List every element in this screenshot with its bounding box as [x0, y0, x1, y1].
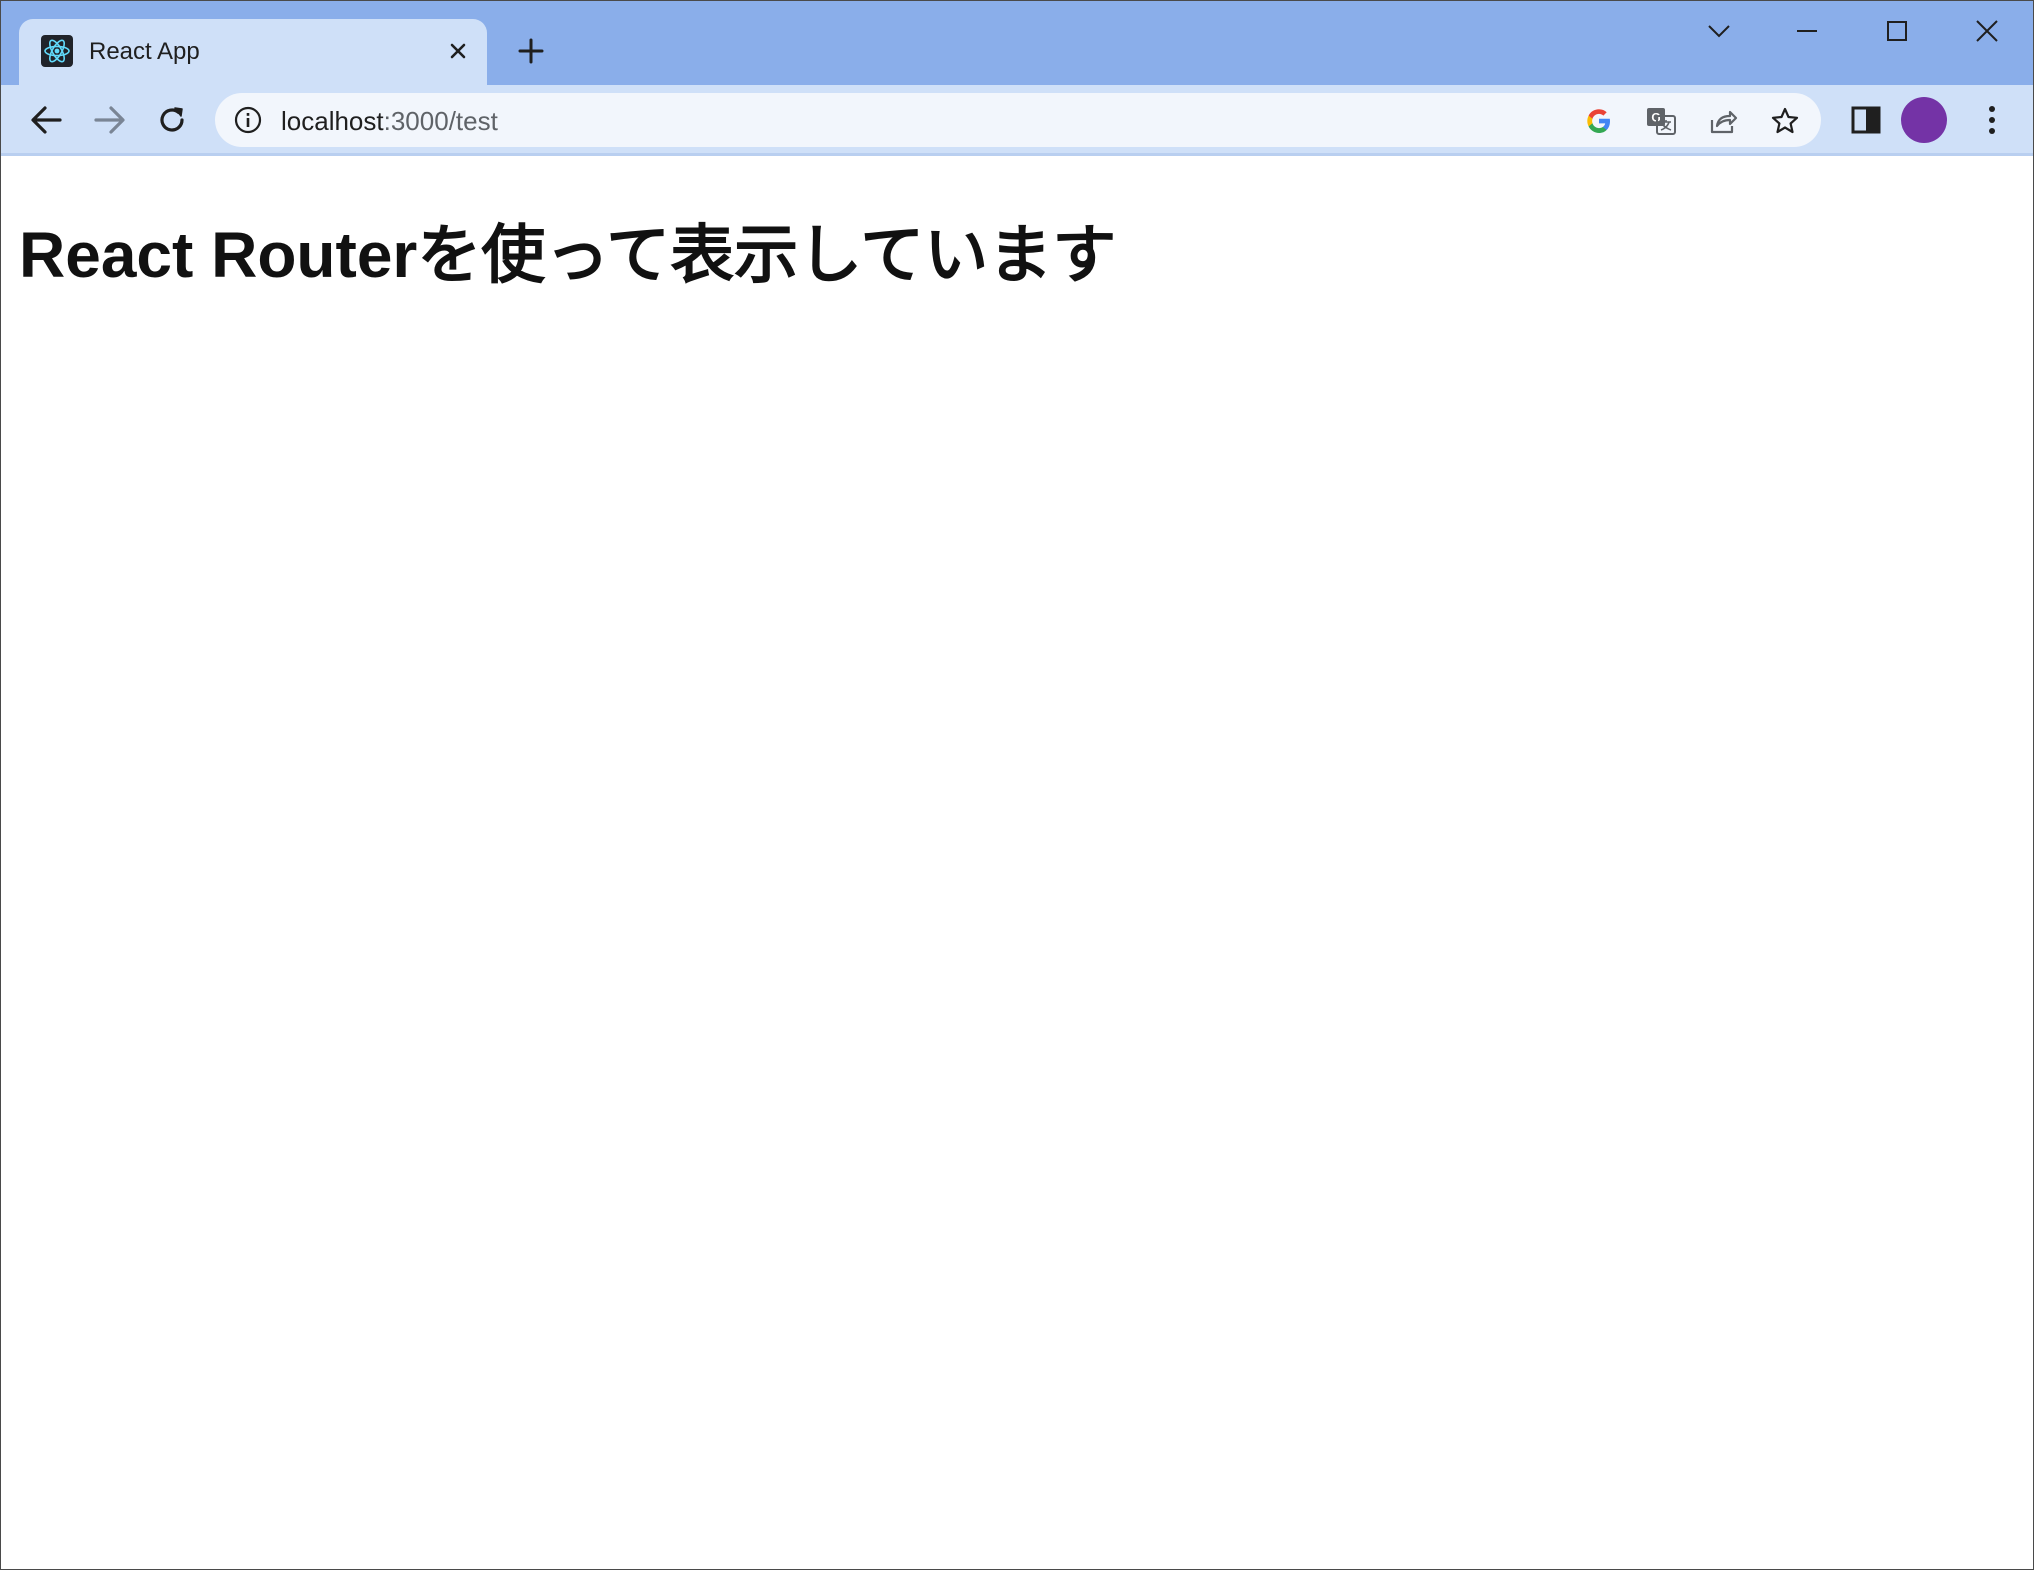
- avatar[interactable]: [1901, 97, 1947, 143]
- tab-react-app[interactable]: React App: [19, 19, 487, 85]
- forward-arrow-icon: [94, 106, 125, 134]
- translate-icon[interactable]: G: [1643, 103, 1679, 139]
- minimize-button[interactable]: [1777, 11, 1837, 51]
- page-title: React Routerを使って表示しています: [19, 219, 1117, 291]
- url-text[interactable]: localhost:3000/test: [281, 106, 498, 137]
- tab-search-icon: [1708, 25, 1730, 38]
- url-host: localhost: [281, 106, 384, 136]
- google-icon[interactable]: [1581, 103, 1617, 139]
- bookmark-star-icon[interactable]: [1767, 103, 1803, 139]
- side-panel-icon: [1851, 106, 1881, 134]
- page-content: React Routerを使って表示しています: [1, 156, 2033, 1569]
- side-panel-button[interactable]: [1845, 99, 1887, 141]
- kebab-menu-icon: [1989, 106, 1995, 134]
- tab-search-button[interactable]: [1689, 11, 1749, 51]
- back-arrow-icon: [31, 106, 62, 134]
- forward-button[interactable]: [89, 99, 131, 141]
- share-icon[interactable]: [1705, 103, 1741, 139]
- reload-button[interactable]: [151, 99, 193, 141]
- toolbar: localhost:3000/test G: [1, 85, 2033, 156]
- browser-window: React App localhost:3000/test G React Ro…: [0, 0, 2034, 1570]
- react-logo-icon: [41, 35, 73, 67]
- url-path: :3000/test: [383, 106, 498, 136]
- new-tab-button[interactable]: [513, 33, 549, 69]
- menu-button[interactable]: [1971, 99, 2013, 141]
- info-icon[interactable]: [233, 105, 263, 135]
- maximize-icon: [1887, 21, 1907, 41]
- maximize-button[interactable]: [1867, 11, 1927, 51]
- back-button[interactable]: [25, 99, 67, 141]
- address-bar[interactable]: localhost:3000/test G: [215, 93, 1821, 147]
- tab-title: React App: [89, 38, 200, 65]
- reload-icon: [160, 107, 184, 132]
- tab-close-icon[interactable]: [443, 36, 473, 66]
- plus-icon: [518, 38, 544, 64]
- minimize-icon: [1797, 30, 1817, 32]
- close-icon: [1976, 20, 1998, 42]
- tab-strip: React App: [1, 1, 2033, 85]
- close-window-button[interactable]: [1957, 11, 2017, 51]
